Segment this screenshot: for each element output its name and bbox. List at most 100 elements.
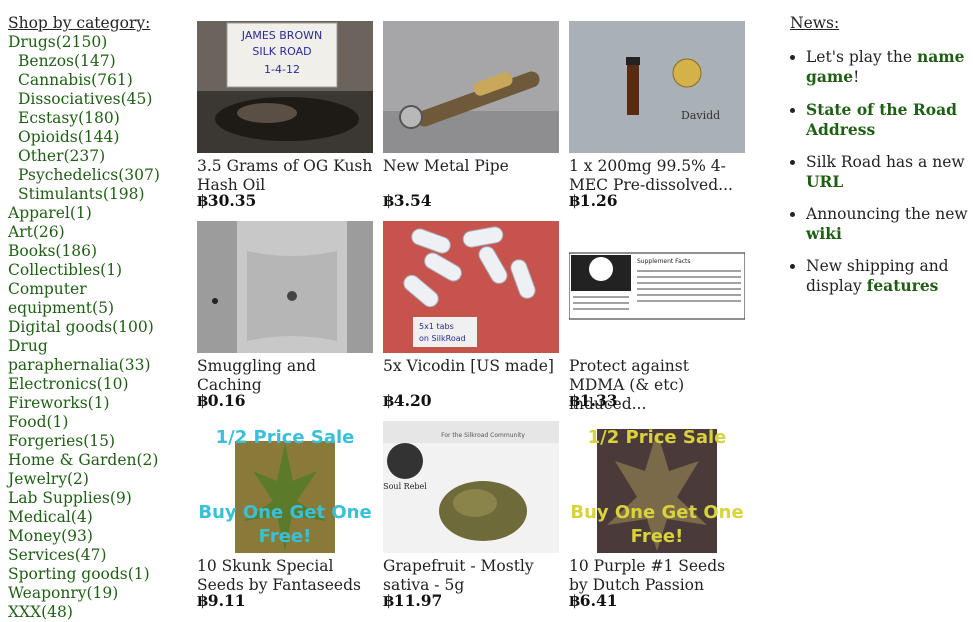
news-item: Announcing the new wiki — [806, 205, 973, 244]
listing-price: ฿1.26 — [569, 191, 618, 210]
category-link[interactable]: Dissociatives(45) — [8, 90, 188, 109]
category-link[interactable]: Money(93) — [8, 527, 188, 546]
category-link[interactable]: Apparel(1) — [8, 204, 188, 223]
category-link[interactable]: Ecstasy(180) — [8, 109, 188, 128]
listing-price: ฿6.41 — [569, 591, 618, 610]
listing-item[interactable]: For the Silkroad Community Soul Rebel Gr… — [383, 421, 559, 610]
listing-price: ฿9.11 — [197, 591, 246, 610]
category-link[interactable]: Other(237) — [8, 147, 188, 166]
listing-item[interactable]: New Metal Pipe ฿3.54 — [383, 21, 559, 210]
category-link[interactable]: Collectibles(1) — [8, 261, 188, 280]
news-item: Let's play the name game! — [806, 47, 973, 87]
listing-item[interactable]: 1/2 Price Sale Buy One Get One Free! 10 … — [197, 421, 373, 610]
category-sidebar: Shop by category: Drugs(2150) Benzos(147)… — [8, 14, 188, 622]
pills-photo: 5x1 tabs on SilkRoad — [383, 221, 559, 353]
category-link[interactable]: Drugs(2150) — [8, 33, 188, 52]
news-text: Silk Road has a new — [806, 153, 965, 171]
news-link[interactable]: URL — [806, 172, 843, 191]
hash-oil-photo: JAMES BROWN SILK ROAD 1-4-12 — [197, 21, 373, 153]
listing-price: ฿30.35 — [197, 191, 257, 210]
category-link[interactable]: Services(47) — [8, 546, 188, 565]
listing-image[interactable]: JAMES BROWN SILK ROAD 1-4-12 — [197, 21, 373, 153]
category-link[interactable]: Jewelry(2) — [8, 470, 188, 489]
listing-item[interactable]: Davidd 1 x 200mg 99.5% 4-MEC Pre-dissolv… — [569, 21, 745, 210]
listing-title[interactable]: 1 x 200mg 99.5% 4-MEC Pre-dissolved... — [569, 157, 745, 195]
news-list: Let's play the name game! State of the Ro… — [790, 47, 973, 296]
news-text: Let's play the — [806, 48, 913, 66]
listing-image[interactable] — [383, 21, 559, 153]
listing-price: ฿1.33 — [569, 391, 618, 410]
listing-image[interactable]: 5x1 tabs on SilkRoad — [383, 221, 559, 353]
news-link[interactable]: State of the Road Address — [806, 100, 957, 139]
category-link[interactable]: Opioids(144) — [8, 128, 188, 147]
listing-title[interactable]: Grapefruit - Mostly sativa - 5g — [383, 557, 559, 595]
listing-image[interactable]: 1/2 Price Sale Buy One Get One Free! — [569, 421, 745, 553]
listing-item[interactable]: Supplement Facts Protect against MDMA (&… — [569, 221, 745, 413]
news-link[interactable]: features — [867, 276, 939, 295]
listing-image[interactable] — [197, 221, 373, 353]
sidebar-heading: Shop by category: — [8, 14, 151, 32]
sale-banner-text: 1/2 Price Sale — [587, 427, 727, 448]
category-link[interactable]: Art(26) — [8, 223, 188, 242]
news-link[interactable]: wiki — [806, 224, 842, 243]
listing-price: ฿3.54 — [383, 191, 432, 210]
svg-text:Supplement Facts: Supplement Facts — [637, 258, 691, 265]
grapefruit-caption: For the Silkroad Community — [441, 432, 525, 439]
news-suffix: ! — [853, 68, 860, 86]
category-link[interactable]: Lab Supplies(9) — [8, 489, 188, 508]
listing-item[interactable]: Smuggling and Caching ฿0.16 — [197, 221, 373, 410]
listing-title[interactable]: New Metal Pipe — [383, 157, 559, 195]
category-link[interactable]: Stimulants(198) — [8, 185, 188, 204]
listing-title[interactable]: Smuggling and Caching — [197, 357, 373, 395]
news-item: Silk Road has a new URL — [806, 153, 973, 192]
category-link[interactable]: Digital goods(100) — [8, 318, 188, 337]
category-link[interactable]: Drug paraphernalia(33) — [8, 337, 188, 375]
listing-image[interactable]: 1/2 Price Sale Buy One Get One Free! — [197, 421, 373, 553]
news-item: New shipping and display features — [806, 257, 973, 296]
category-link[interactable]: Weaponry(19) — [8, 584, 188, 603]
metal-pipe-photo — [383, 21, 559, 153]
category-link[interactable]: Books(186) — [8, 242, 188, 261]
category-link[interactable]: Electronics(10) — [8, 375, 188, 394]
category-link[interactable]: Fireworks(1) — [8, 394, 188, 413]
category-link[interactable]: XXX(48) — [8, 603, 188, 622]
news-text: Announcing the new — [806, 205, 968, 223]
category-link[interactable]: Benzos(147) — [8, 52, 188, 71]
listing-price: ฿4.20 — [383, 391, 432, 410]
listing-title[interactable]: Protect against MDMA (& etc) induced... — [569, 357, 745, 413]
sale-offer-text: Buy One Get One Free! — [198, 502, 372, 547]
grapefruit-photo: For the Silkroad Community Soul Rebel — [383, 421, 559, 553]
listing-title[interactable]: 10 Purple #1 Seeds by Dutch Passion — [569, 557, 745, 595]
supplement-label-image: Supplement Facts — [569, 221, 745, 353]
listing-title[interactable]: 10 Skunk Special Seeds by Fantaseeds — [197, 557, 373, 595]
listing-item[interactable]: JAMES BROWN SILK ROAD 1-4-12 3.5 Grams o… — [197, 21, 373, 210]
smuggling-photo — [197, 221, 373, 353]
listing-item[interactable]: 1/2 Price Sale Buy One Get One Free! 10 … — [569, 421, 745, 610]
sale-banner-text: 1/2 Price Sale — [215, 427, 355, 448]
svg-text:1-4-12: 1-4-12 — [264, 63, 300, 76]
listing-image[interactable]: Davidd — [569, 21, 745, 153]
listing-image[interactable]: For the Silkroad Community Soul Rebel — [383, 421, 559, 553]
listing-title[interactable]: 3.5 Grams of OG Kush Hash Oil — [197, 157, 373, 195]
category-link[interactable]: Cannabis(761) — [8, 71, 188, 90]
svg-text:5x1 tabs: 5x1 tabs — [419, 322, 454, 331]
listing-title[interactable]: 5x Vicodin [US made] — [383, 357, 559, 395]
listing-price: ฿11.97 — [383, 591, 443, 610]
listing-item[interactable]: 5x1 tabs on SilkRoad 5x Vicodin [US made… — [383, 221, 559, 410]
category-link[interactable]: Computer equipment(5) — [8, 280, 188, 318]
news-panel: News: Let's play the name game! State of … — [790, 14, 973, 309]
category-link[interactable]: Forgeries(15) — [8, 432, 188, 451]
category-link[interactable]: Sporting goods(1) — [8, 565, 188, 584]
news-heading: News: — [790, 14, 840, 32]
category-link[interactable]: Medical(4) — [8, 508, 188, 527]
svg-text:Davidd: Davidd — [681, 109, 720, 122]
category-link[interactable]: Psychedelics(307) — [8, 166, 188, 185]
svg-text:on SilkRoad: on SilkRoad — [419, 334, 466, 343]
news-item: State of the Road Address — [806, 100, 973, 140]
sale-offer-text: Buy One Get One Free! — [570, 502, 744, 547]
listing-image[interactable]: Supplement Facts — [569, 221, 745, 353]
listing-price: ฿0.16 — [197, 391, 246, 410]
svg-text:SILK ROAD: SILK ROAD — [252, 45, 311, 58]
category-link[interactable]: Home & Garden(2) — [8, 451, 188, 470]
category-link[interactable]: Food(1) — [8, 413, 188, 432]
